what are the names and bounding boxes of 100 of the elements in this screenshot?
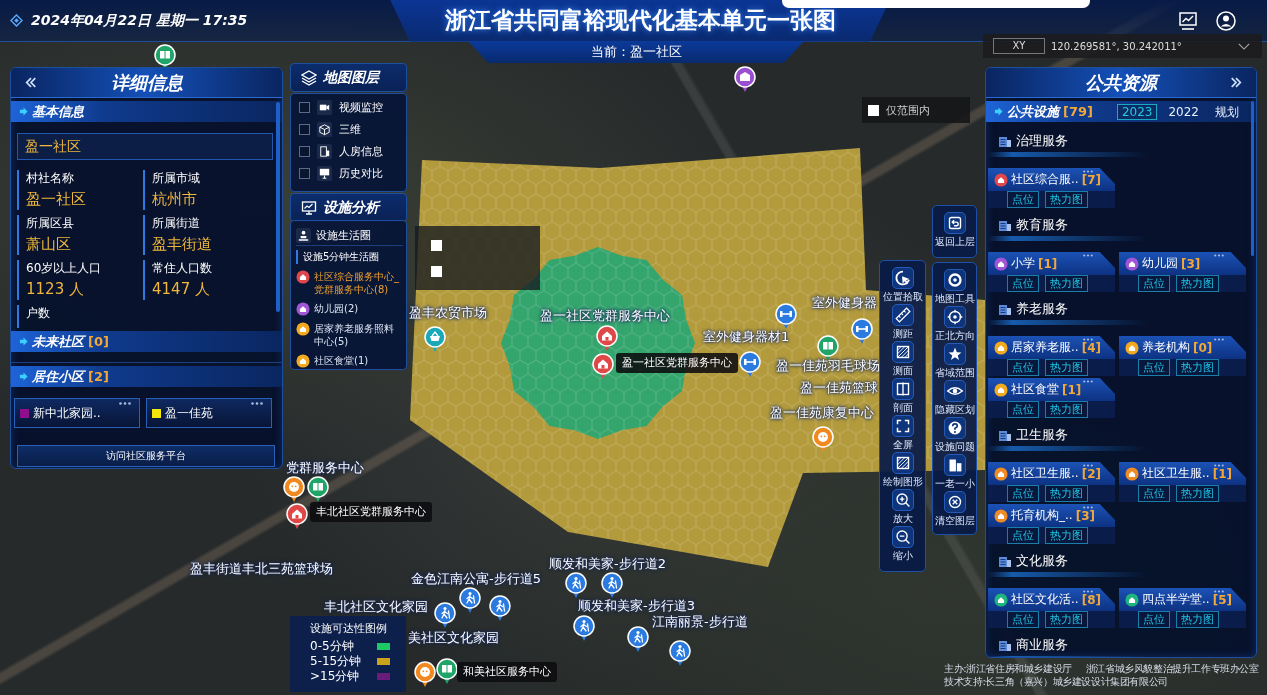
dumbbell-pin-icon[interactable] (739, 351, 761, 377)
walker-pin-icon[interactable] (601, 572, 623, 598)
field-value: 盈一社区 (26, 189, 87, 210)
action-button[interactable]: 点位 (1007, 485, 1039, 502)
facility-type-item[interactable]: 幼儿园(2) (296, 302, 403, 316)
tool-button[interactable]: 全屏 (880, 415, 925, 452)
action-button[interactable]: 热力图 (1176, 359, 1219, 376)
more-icon[interactable] (119, 402, 131, 405)
action-button[interactable]: 热力图 (1045, 275, 1088, 292)
platform-button[interactable]: 访问社区服务平台 (17, 445, 275, 467)
book-pin-icon[interactable] (307, 476, 329, 502)
action-button[interactable]: 热力图 (1176, 485, 1219, 502)
action-button[interactable]: 热力图 (1045, 485, 1088, 502)
more-icon[interactable] (1083, 464, 1093, 467)
scrollbar-thumb[interactable] (276, 102, 280, 312)
more-icon[interactable] (1083, 170, 1093, 173)
action-button[interactable]: 点位 (1007, 191, 1039, 208)
dumbbell-pin-icon[interactable] (851, 318, 873, 344)
tool-button[interactable]: 省域范围 (932, 343, 977, 380)
tool-button[interactable]: 绘制图形 (880, 452, 925, 489)
coordinate-system-button[interactable]: XY (993, 38, 1045, 54)
more-icon[interactable] (1214, 338, 1224, 341)
tool-button[interactable]: 位置拾取 (880, 267, 925, 304)
scrollbar-thumb[interactable] (1251, 101, 1254, 256)
checkbox[interactable] (299, 146, 310, 157)
double-chevron-right-icon[interactable] (1230, 77, 1242, 88)
action-button[interactable]: 热力图 (1045, 191, 1088, 208)
walker-pin-icon[interactable] (459, 587, 481, 613)
more-icon[interactable] (1214, 254, 1224, 257)
monitor-chart-icon[interactable] (1178, 10, 1198, 31)
place-label: 顺发和美家-步行道3 (578, 598, 695, 614)
walker-pin-icon[interactable] (565, 572, 587, 598)
face-pin-icon[interactable] (414, 661, 436, 687)
walker-pin-icon[interactable] (573, 615, 595, 641)
action-button[interactable]: 点位 (1007, 527, 1039, 544)
action-button[interactable]: 点位 (1138, 275, 1170, 292)
tool-button[interactable]: 清空图层 (932, 491, 977, 528)
house-pin-icon[interactable] (286, 503, 308, 529)
section-count: [0] (88, 334, 109, 349)
tool-button[interactable]: 放大 (880, 489, 925, 526)
tool-button[interactable]: 一老一小 (932, 454, 977, 491)
more-icon[interactable] (1083, 338, 1093, 341)
action-button[interactable]: 热力图 (1045, 611, 1088, 628)
face-pin-icon[interactable] (283, 476, 305, 502)
action-button[interactable]: 点位 (1007, 401, 1039, 418)
action-button[interactable]: 点位 (1007, 611, 1039, 628)
residence-card[interactable]: 盈一佳苑 (146, 398, 272, 428)
book-pin-icon[interactable] (436, 658, 458, 684)
facility-type-item[interactable]: 社区食堂(1) (296, 354, 403, 368)
user-icon[interactable] (1216, 10, 1236, 31)
ring-icon (943, 269, 966, 291)
tool-button[interactable]: 测距 (880, 304, 925, 341)
walker-pin-icon[interactable] (669, 640, 691, 666)
dumbbell-pin-icon[interactable] (775, 303, 797, 329)
residence-card[interactable]: 新中北家园.. (14, 398, 140, 428)
tool-button[interactable]: 隐藏区划 (932, 380, 977, 417)
walker-pin-icon[interactable] (434, 602, 456, 628)
more-icon[interactable] (1214, 590, 1224, 593)
action-button[interactable]: 点位 (1138, 611, 1170, 628)
more-icon[interactable] (1083, 590, 1093, 593)
category-title: 养老服务 (1016, 300, 1068, 317)
more-icon[interactable] (1083, 380, 1093, 383)
place-label: 盈一佳苑康复中心 (770, 405, 874, 421)
action-button[interactable]: 点位 (1138, 485, 1170, 502)
tool-button[interactable]: 设施问题 (932, 417, 977, 454)
double-chevron-left-icon[interactable] (25, 77, 37, 88)
year-tab[interactable]: 2022 (1163, 103, 1204, 120)
facility-count: [7] (1081, 172, 1101, 187)
action-button[interactable]: 点位 (1007, 275, 1039, 292)
action-button[interactable]: 热力图 (1045, 401, 1088, 418)
tool-button[interactable]: 缩小 (880, 526, 925, 563)
more-icon[interactable] (251, 402, 263, 405)
action-button[interactable]: 热力图 (1045, 527, 1088, 544)
field-label: 60岁以上人口 (26, 260, 103, 276)
more-icon[interactable] (1083, 506, 1093, 509)
action-button[interactable]: 点位 (1138, 359, 1170, 376)
chevron-down-icon[interactable] (1238, 42, 1250, 50)
tool-button[interactable]: 测面 (880, 341, 925, 378)
tool-button[interactable]: 地图工具 (932, 269, 977, 306)
footer-text: 浙江省城乡风貌整治提升工作专班办公室 (1085, 662, 1259, 675)
more-icon[interactable] (1083, 254, 1093, 257)
checkbox[interactable] (299, 102, 310, 113)
tool-button[interactable]: 正北方向 (932, 306, 977, 343)
walker-pin-icon[interactable] (489, 595, 511, 621)
tool-button[interactable]: 剖面 (880, 378, 925, 415)
action-button[interactable]: 点位 (1007, 359, 1039, 376)
checkbox[interactable] (299, 124, 310, 135)
tool-button[interactable]: 返回上层 (932, 212, 977, 249)
action-button[interactable]: 热力图 (1176, 275, 1219, 292)
action-button[interactable]: 热力图 (1176, 611, 1219, 628)
walker-pin-icon[interactable] (627, 626, 649, 652)
facility-type-item[interactable]: 社区综合服务中心_党群服务中心(8) (296, 270, 403, 296)
more-icon[interactable] (1214, 464, 1224, 467)
basket-pin-icon[interactable] (424, 326, 446, 352)
year-tab[interactable]: 规划 (1210, 103, 1244, 120)
action-button[interactable]: 热力图 (1045, 359, 1088, 376)
facility-type-item[interactable]: 居家养老服务照料中心(5) (296, 322, 403, 348)
checkbox[interactable] (299, 168, 310, 179)
year-tab[interactable]: 2023 (1116, 103, 1158, 120)
building-pin-icon[interactable] (734, 66, 756, 92)
